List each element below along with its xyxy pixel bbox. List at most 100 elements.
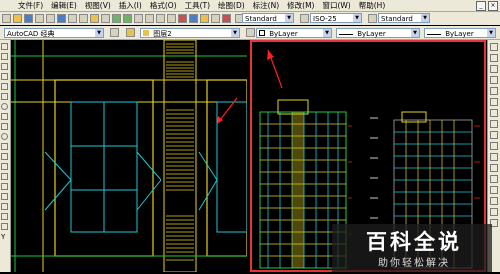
stretch-icon[interactable]	[490, 131, 498, 139]
color-select[interactable]: ByLayer ▼	[256, 28, 332, 38]
text-style-select[interactable]: Standard ▼	[242, 13, 294, 23]
revision-cloud-icon[interactable]	[1, 113, 8, 120]
arc-icon[interactable]	[1, 93, 8, 100]
circle-icon[interactable]	[1, 103, 8, 110]
break-at-point-icon[interactable]	[490, 164, 498, 172]
match-properties-icon[interactable]	[101, 14, 110, 23]
break-icon[interactable]	[490, 175, 498, 183]
polygon-icon[interactable]	[1, 73, 8, 80]
multiline-text-icon[interactable]	[1, 223, 8, 230]
menu-modify[interactable]: 修改(M)	[287, 0, 314, 11]
gradient-icon[interactable]	[1, 193, 8, 200]
dim-style-select[interactable]: ISO-25 ▼	[310, 13, 362, 23]
menu-bar: 文件(F) 编辑(E) 视图(V) 插入(I) 格式(O) 工具(T) 绘图(D…	[0, 0, 500, 12]
close-icon[interactable]: ×	[488, 1, 498, 11]
chevron-down-icon: ▼	[285, 14, 293, 22]
undo-icon[interactable]	[112, 14, 121, 23]
array-icon[interactable]	[490, 87, 498, 95]
chevron-down-icon: ▼	[421, 14, 429, 22]
erase-icon[interactable]	[490, 43, 498, 51]
save-icon[interactable]	[24, 14, 33, 23]
make-current-layer-icon[interactable]	[246, 28, 255, 37]
hatch-icon[interactable]	[1, 183, 8, 190]
insert-block-icon[interactable]	[1, 153, 8, 160]
trim-icon[interactable]	[490, 142, 498, 150]
standard-toolbar: Standard ▼ ISO-25 ▼ Standard ▼	[0, 12, 500, 25]
lightbulb-icon	[143, 30, 149, 36]
layer-select[interactable]: 图层2 ▼	[140, 28, 240, 38]
zoom-realtime-icon[interactable]	[145, 14, 154, 23]
lineweight-select[interactable]: ByLayer ▼	[424, 28, 496, 38]
chevron-down-icon: ▼	[353, 14, 361, 22]
layer-manager-icon[interactable]	[126, 28, 135, 37]
mirror-icon[interactable]	[490, 65, 498, 73]
menu-format[interactable]: 格式(O)	[150, 0, 177, 11]
polyline-icon[interactable]	[1, 63, 8, 70]
menu-edit[interactable]: 编辑(E)	[51, 0, 77, 11]
copy-object-icon[interactable]	[490, 54, 498, 62]
copy-icon[interactable]	[79, 14, 88, 23]
markup-icon[interactable]	[211, 14, 220, 23]
fillet-icon[interactable]	[490, 208, 498, 216]
new-file-icon[interactable]	[2, 14, 11, 23]
workspace-select[interactable]: AutoCAD 经典 ▼	[4, 28, 104, 38]
workspace-settings-icon[interactable]	[110, 28, 119, 37]
linetype-select[interactable]: ByLayer ▼	[336, 28, 420, 38]
make-block-icon[interactable]	[1, 163, 8, 170]
print-preview-icon[interactable]	[46, 14, 55, 23]
point-icon[interactable]	[1, 173, 8, 180]
table-style-icon	[368, 14, 377, 23]
zoom-previous-icon[interactable]	[167, 14, 176, 23]
chamfer-icon[interactable]	[490, 197, 498, 205]
offset-icon[interactable]	[490, 76, 498, 84]
pan-icon[interactable]	[134, 14, 143, 23]
watermark-title: 百科全说	[366, 230, 462, 254]
region-icon[interactable]	[1, 203, 8, 210]
extend-icon[interactable]	[490, 153, 498, 161]
ellipse-icon[interactable]	[1, 133, 8, 140]
menu-window[interactable]: 窗口(W)	[322, 0, 350, 11]
design-center-icon[interactable]	[189, 14, 198, 23]
properties-icon[interactable]	[178, 14, 187, 23]
drawing-viewport-left[interactable]	[11, 39, 248, 273]
rotate-icon[interactable]	[490, 109, 498, 117]
move-icon[interactable]	[490, 98, 498, 106]
quick-calc-icon[interactable]	[222, 14, 231, 23]
join-icon[interactable]	[490, 186, 498, 194]
line-icon[interactable]	[1, 43, 8, 50]
construction-line-icon[interactable]	[1, 53, 8, 60]
minimize-icon[interactable]: _	[476, 1, 486, 11]
watermark-subtitle: 助你轻松解决	[378, 258, 450, 269]
zoom-window-icon[interactable]	[156, 14, 165, 23]
open-file-icon[interactable]	[13, 14, 22, 23]
menu-tools[interactable]: 工具(T)	[185, 0, 210, 11]
paste-icon[interactable]	[90, 14, 99, 23]
spline-icon[interactable]	[1, 123, 8, 130]
chevron-down-icon: ▼	[95, 29, 103, 37]
menu-draw[interactable]: 绘图(D)	[218, 0, 245, 11]
publish-icon[interactable]	[57, 14, 66, 23]
text-style-value: Standard	[245, 15, 277, 23]
layers-toolbar: AutoCAD 经典 ▼ 图层2 ▼ ByLayer ▼ ByLayer ▼ B…	[0, 26, 500, 40]
table-style-value: Standard	[381, 15, 413, 23]
menu-view[interactable]: 视图(V)	[85, 0, 111, 11]
rectangle-icon[interactable]	[1, 83, 8, 90]
menu-dimension[interactable]: 标注(N)	[253, 0, 279, 11]
layer-value: 图层2	[153, 30, 172, 38]
menu-insert[interactable]: 插入(I)	[119, 0, 142, 11]
cut-icon[interactable]	[68, 14, 77, 23]
ellipse-arc-icon[interactable]	[1, 143, 8, 150]
menu-help[interactable]: 帮助(H)	[359, 0, 386, 11]
table-style-select[interactable]: Standard ▼	[378, 13, 430, 23]
workspace-value: AutoCAD 经典	[7, 30, 55, 38]
scale-icon[interactable]	[490, 120, 498, 128]
line-sample-icon	[339, 33, 353, 35]
line-sample-icon	[427, 33, 441, 35]
print-icon[interactable]	[35, 14, 44, 23]
tool-palettes-icon[interactable]	[200, 14, 209, 23]
color-value: ByLayer	[269, 30, 298, 38]
menu-file[interactable]: 文件(F)	[18, 0, 43, 11]
linetype-value: ByLayer	[357, 30, 386, 38]
table-icon[interactable]	[1, 213, 8, 220]
redo-icon[interactable]	[123, 14, 132, 23]
